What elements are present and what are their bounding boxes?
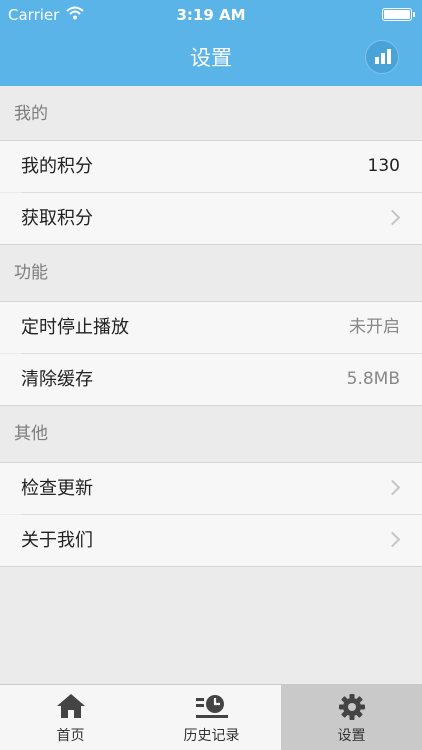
- row-label: 定时停止播放: [21, 317, 129, 338]
- row-label: 检查更新: [21, 478, 93, 499]
- tab-settings[interactable]: 设置: [281, 685, 422, 750]
- row-sleep-timer[interactable]: 定时停止播放 未开启: [0, 302, 422, 353]
- gear-icon: [338, 694, 365, 720]
- history-icon: [195, 695, 228, 718]
- status-bar: Carrier 3:19 AM: [0, 0, 422, 30]
- tab-label: 历史记录: [183, 728, 240, 744]
- row-clear-cache[interactable]: 清除缓存 5.8MB: [0, 354, 422, 405]
- page-title: 设置: [190, 46, 232, 70]
- row-label: 我的积分: [21, 156, 93, 177]
- cache-size-value: 5.8MB: [346, 369, 400, 389]
- chevron-right-icon: [384, 209, 401, 226]
- row-get-points[interactable]: 获取积分: [0, 193, 422, 244]
- section-header-features: 功能: [14, 263, 48, 283]
- navigation-bar: Carrier 3:19 AM 设置: [0, 0, 422, 86]
- tab-history[interactable]: 历史记录: [141, 685, 282, 750]
- chevron-right-icon: [384, 479, 401, 496]
- status-time: 3:19 AM: [176, 6, 246, 24]
- tab-home[interactable]: 首页: [0, 685, 141, 750]
- tab-bar: 首页 历史记录 设置: [0, 684, 422, 750]
- timer-status-value: 未开启: [349, 317, 400, 337]
- tab-label: 首页: [56, 728, 85, 744]
- row-check-update[interactable]: 检查更新: [0, 463, 422, 514]
- row-label: 清除缓存: [21, 369, 93, 390]
- section-header-mine: 我的: [14, 104, 48, 124]
- chevron-right-icon: [384, 531, 401, 548]
- row-label: 关于我们: [21, 530, 93, 551]
- row-about-us[interactable]: 关于我们: [0, 515, 422, 566]
- row-label: 获取积分: [21, 208, 93, 229]
- row-my-points[interactable]: 我的积分 130: [0, 141, 422, 192]
- home-icon: [56, 694, 85, 718]
- stats-button[interactable]: [365, 40, 399, 74]
- points-value: 130: [367, 156, 400, 176]
- battery-icon: [382, 8, 415, 21]
- section-header-other: 其他: [14, 424, 48, 444]
- tab-label: 设置: [337, 728, 366, 744]
